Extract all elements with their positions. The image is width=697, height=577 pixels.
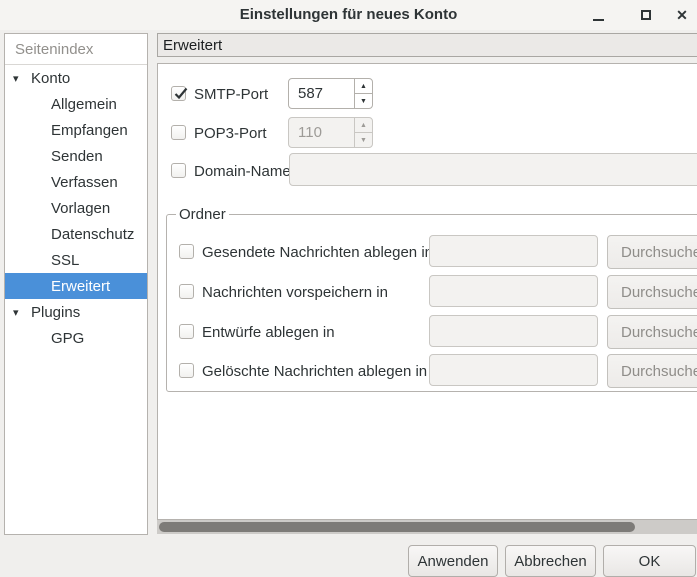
minimize-icon — [593, 19, 604, 21]
page-index-tree: ▾ Konto Allgemein Empfangen Senden Verfa… — [5, 65, 147, 351]
sent-folder-checkbox[interactable] — [179, 244, 194, 259]
sidebar-item-label: Plugins — [31, 304, 80, 321]
close-button[interactable]: ✕ — [669, 2, 695, 28]
sidebar-item-label: Konto — [31, 70, 70, 87]
sidebar-item-allgemein[interactable]: Allgemein — [5, 91, 147, 117]
sidebar-item-label: Senden — [51, 148, 103, 165]
checkmark-icon — [173, 86, 189, 102]
drafts-folder-input[interactable] — [429, 315, 598, 347]
sidebar-item-label: Datenschutz — [51, 226, 134, 243]
minimize-button[interactable] — [585, 2, 611, 28]
sidebar-item-label: Allgemein — [51, 96, 117, 113]
expander-open-icon[interactable]: ▾ — [13, 72, 29, 85]
horizontal-scrollbar[interactable] — [157, 520, 697, 534]
folders-group: Ordner Gesendete Nachrichten ablegen in … — [166, 214, 697, 392]
domain-name-label: Domain-Name — [194, 164, 291, 180]
expander-open-icon[interactable]: ▾ — [13, 306, 29, 319]
trash-folder-checkbox[interactable] — [179, 363, 194, 378]
maximize-icon — [641, 10, 651, 20]
sent-folder-input[interactable] — [429, 235, 598, 267]
sidebar-item-label: Empfangen — [51, 122, 128, 139]
maximize-button[interactable] — [633, 2, 659, 28]
sidebar-item-vorlagen[interactable]: Vorlagen — [5, 195, 147, 221]
sidebar-item-ssl[interactable]: SSL — [5, 247, 147, 273]
sidebar-item-datenschutz[interactable]: Datenschutz — [5, 221, 147, 247]
sidebar-item-label: SSL — [51, 252, 79, 269]
sidebar-item-senden[interactable]: Senden — [5, 143, 147, 169]
spin-down-icon[interactable]: ▼ — [355, 133, 372, 147]
sidebar-item-verfassen[interactable]: Verfassen — [5, 169, 147, 195]
ok-button[interactable]: OK — [603, 545, 696, 577]
spin-up-icon[interactable]: ▲ — [355, 118, 372, 133]
drafts-folder-checkbox[interactable] — [179, 324, 194, 339]
spin-up-icon[interactable]: ▲ — [355, 79, 372, 94]
trash-folder-browse-button[interactable]: Durchsuchen — [607, 354, 697, 388]
folders-group-legend: Ordner — [176, 206, 229, 223]
sidebar-item-empfangen[interactable]: Empfangen — [5, 117, 147, 143]
spin-down-icon[interactable]: ▼ — [355, 94, 372, 108]
pop3-port-spinbox: ▲ ▼ — [288, 117, 373, 148]
settings-panel: SMTP-Port ▲ ▼ POP3-Port ▲ ▼ Domain-Name … — [157, 63, 697, 520]
pop3-port-label: POP3-Port — [194, 126, 267, 142]
smtp-port-label: SMTP-Port — [194, 87, 268, 103]
titlebar: Einstellungen für neues Konto ✕ — [0, 0, 697, 30]
page-index-panel: Seitenindex ▾ Konto Allgemein Empfangen … — [4, 33, 148, 535]
domain-name-checkbox[interactable] — [171, 163, 186, 178]
queue-folder-checkbox[interactable] — [179, 284, 194, 299]
queue-folder-browse-button[interactable]: Durchsuchen — [607, 275, 697, 309]
page-title: Erweitert — [157, 33, 697, 57]
sidebar-item-label: Erweitert — [51, 278, 110, 295]
domain-name-input[interactable] — [289, 153, 697, 186]
trash-folder-label: Gelöschte Nachrichten ablegen in — [202, 364, 427, 380]
drafts-folder-browse-button[interactable]: Durchsuchen — [607, 315, 697, 349]
pop3-port-spin-buttons: ▲ ▼ — [354, 118, 372, 147]
smtp-port-checkbox[interactable] — [171, 86, 186, 101]
pop3-port-input[interactable] — [289, 118, 354, 147]
sidebar-item-label: Verfassen — [51, 174, 118, 191]
cancel-button[interactable]: Abbrechen — [505, 545, 596, 577]
close-icon: ✕ — [676, 8, 688, 22]
smtp-port-spinbox: ▲ ▼ — [288, 78, 373, 109]
sent-folder-browse-button[interactable]: Durchsuchen — [607, 235, 697, 269]
smtp-port-spin-buttons: ▲ ▼ — [354, 79, 372, 108]
trash-folder-input[interactable] — [429, 354, 598, 386]
drafts-folder-label: Entwürfe ablegen in — [202, 325, 335, 341]
queue-folder-label: Nachrichten vorspeichern in — [202, 285, 388, 301]
sidebar-item-label: Vorlagen — [51, 200, 110, 217]
page-index-header: Seitenindex — [5, 34, 147, 65]
sent-folder-label: Gesendete Nachrichten ablegen in — [202, 245, 433, 261]
sidebar-item-label: GPG — [51, 330, 84, 347]
sidebar-item-plugins[interactable]: ▾ Plugins — [5, 299, 147, 325]
scrollbar-thumb[interactable] — [159, 522, 635, 532]
sidebar-item-erweitert[interactable]: Erweitert — [5, 273, 147, 299]
pop3-port-checkbox[interactable] — [171, 125, 186, 140]
sidebar-item-konto[interactable]: ▾ Konto — [5, 65, 147, 91]
apply-button[interactable]: Anwenden — [408, 545, 498, 577]
smtp-port-input[interactable] — [289, 79, 354, 108]
queue-folder-input[interactable] — [429, 275, 598, 307]
sidebar-item-gpg[interactable]: GPG — [5, 325, 147, 351]
